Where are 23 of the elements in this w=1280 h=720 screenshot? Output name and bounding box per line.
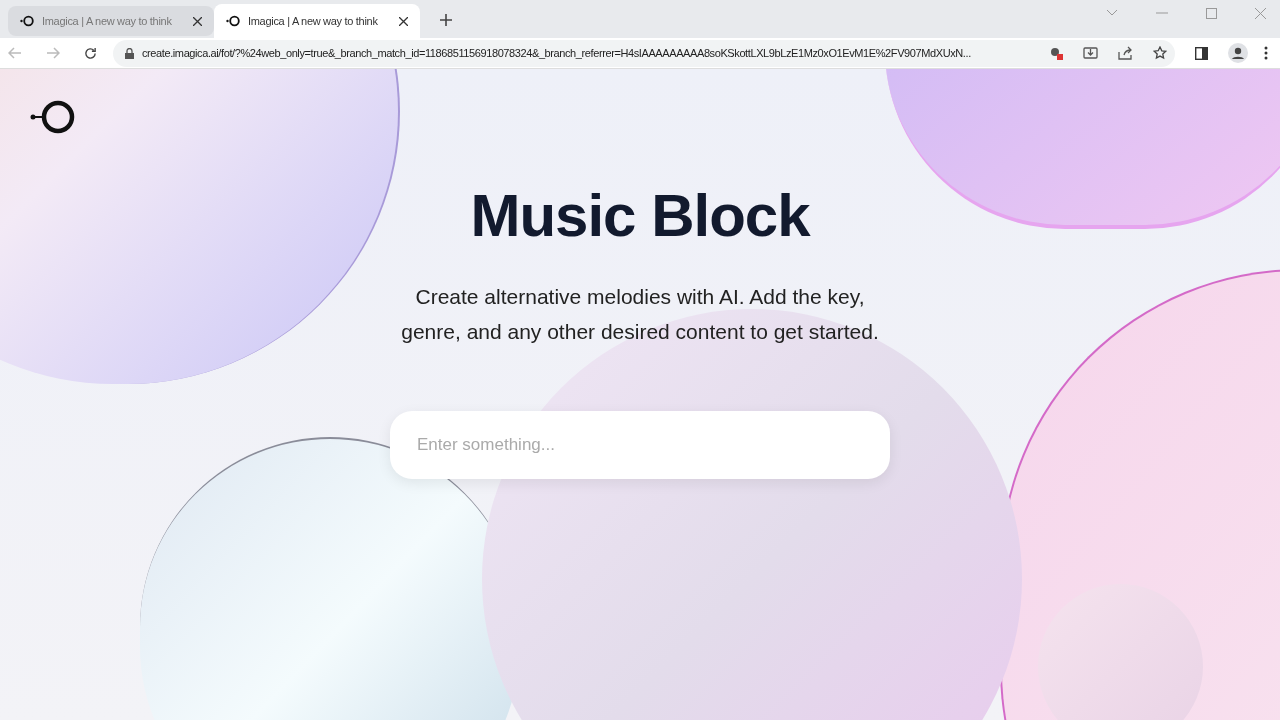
plus-icon	[439, 13, 453, 27]
address-bar[interactable]: create.imagica.ai/fot/?%24web_only=true&_branch_match_id=1186851156918078324&_branch_referrer=H4sIAAAAAAAAA8soKSkottLXL9bLzE1Mz0xO1EvM1E%2FV907MdXUxN...	[113, 39, 1175, 67]
tab-title: Imagica | A new way to think	[248, 13, 379, 29]
close-icon[interactable]	[399, 16, 408, 26]
lock-icon	[125, 47, 134, 59]
star-icon[interactable]	[1153, 46, 1167, 60]
blocked-popup-icon[interactable]	[1049, 46, 1063, 60]
reload-icon[interactable]	[84, 46, 97, 60]
browser-tab[interactable]: Imagica | A new way to think	[214, 4, 420, 38]
tab-title: Imagica | A new way to think	[42, 13, 173, 29]
logo-icon	[226, 15, 240, 27]
side-panel-icon[interactable]	[1195, 46, 1208, 60]
profile-avatar-icon[interactable]	[1228, 43, 1248, 63]
page-description: Create alternative melodies with AI. Add the key, genre, and any other desired content to get started.	[400, 284, 880, 345]
page-title: Music Block	[470, 181, 810, 251]
url-text: create.imagica.ai/fot/?%24web_only=true&_branch_match_id=1186851156918078324&_branch_referrer=H4sIAAAAAAAAA8soKSkottLXL9bLzE1Mz0xO1EvM1E%2FV907MdXUxN...	[142, 45, 971, 61]
input-field[interactable]: Enter something...	[390, 411, 890, 479]
close-icon[interactable]	[193, 16, 202, 26]
logo-icon	[30, 99, 77, 135]
menu-icon[interactable]	[1264, 46, 1268, 60]
share-icon[interactable]	[1118, 46, 1133, 60]
logo-icon	[20, 15, 34, 27]
install-icon[interactable]	[1083, 46, 1098, 60]
